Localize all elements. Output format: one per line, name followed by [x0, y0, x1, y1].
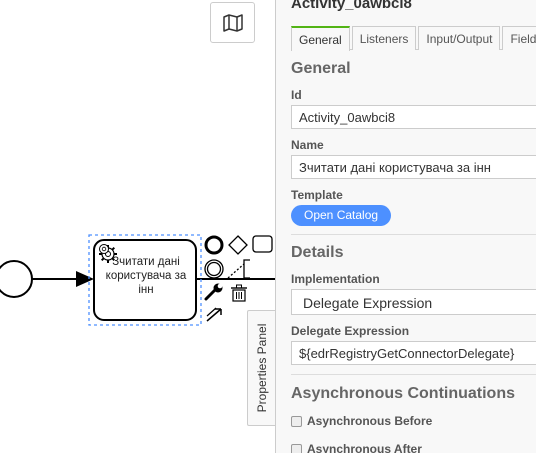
implementation-label: Implementation [291, 272, 380, 286]
text-annotation-icon[interactable] [227, 259, 250, 279]
task-label: Зчитати дані користувача за інн [105, 256, 187, 296]
section-divider [291, 374, 536, 375]
start-event[interactable] [0, 260, 33, 298]
properties-panel: Activity_0awbci8 General Listeners Input/O… [275, 0, 536, 453]
open-catalog-button[interactable]: Open Catalog [291, 205, 392, 226]
general-section-title: General [291, 60, 351, 77]
diagram-canvas[interactable]: Зчитати дані користувача за інн [0, 0, 275, 453]
delegate-expression-label: Delegate Expression [291, 324, 410, 338]
section-divider [291, 234, 536, 235]
async-after-checkbox[interactable] [291, 443, 302, 453]
properties-panel-toggle[interactable]: Properties Panel [247, 310, 275, 426]
intermediate-event-icon[interactable] [204, 259, 224, 279]
tab-field-injections[interactable]: Field Injections [502, 26, 536, 50]
implementation-select[interactable]: Delegate Expression [291, 289, 536, 315]
end-event-icon[interactable] [204, 235, 224, 255]
trash-icon[interactable] [231, 284, 247, 302]
id-label: Id [291, 88, 302, 102]
tab-input-output[interactable]: Input/Output [418, 26, 501, 50]
tab-general[interactable]: General [291, 26, 350, 51]
name-label: Name [291, 138, 324, 152]
async-before-checkbox[interactable] [291, 415, 302, 427]
async-before-row[interactable]: Asynchronous Before [291, 414, 432, 428]
tab-bar: GeneralListenersInput/OutputField Inject… [291, 26, 536, 51]
wrench-icon[interactable] [204, 283, 223, 301]
template-label: Template [291, 188, 343, 202]
details-section-title: Details [291, 244, 344, 261]
tab-listeners[interactable]: Listeners [351, 26, 417, 50]
async-after-label: Asynchronous After [307, 442, 422, 453]
delegate-expression-input[interactable]: ${edrRegistryGetConnectorDelegate} [291, 341, 536, 365]
async-section-title: Asynchronous Continuations [291, 385, 515, 402]
connect-icon[interactable] [206, 307, 222, 322]
name-input[interactable]: Зчитати дані користувача за інн [291, 155, 536, 179]
panel-title: Activity_0awbci8 [291, 0, 412, 12]
async-after-row[interactable]: Asynchronous After [291, 442, 422, 453]
gateway-icon[interactable] [228, 235, 248, 255]
id-input[interactable]: Activity_0awbci8 [291, 105, 536, 129]
properties-panel-toggle-label: Properties Panel [254, 323, 269, 413]
task-icon[interactable] [252, 235, 273, 253]
async-before-label: Asynchronous Before [307, 414, 433, 428]
